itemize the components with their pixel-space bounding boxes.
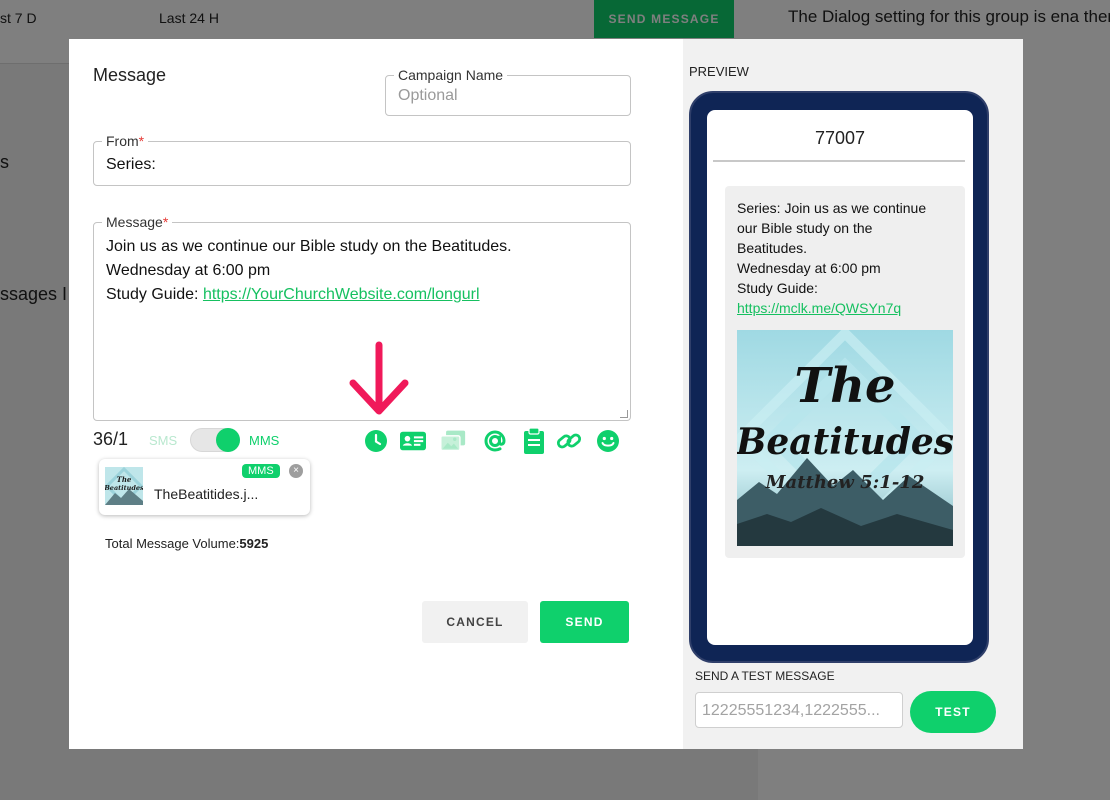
at-sign-icon[interactable]: [482, 428, 508, 454]
message-volume: Total Message Volume:5925: [105, 536, 269, 551]
test-message-label: SEND A TEST MESSAGE: [695, 669, 835, 683]
mms-label: MMS: [249, 433, 280, 448]
message-text: Join us as we continue our Bible study o…: [106, 238, 512, 303]
svg-text:The: The: [117, 475, 132, 484]
attachment-filename: TheBeatitides.j...: [154, 486, 259, 502]
resize-handle[interactable]: [620, 410, 628, 418]
from-field[interactable]: From* Series:: [93, 132, 631, 186]
clock-icon[interactable]: [363, 428, 389, 454]
from-value: Series:: [106, 156, 156, 173]
cancel-button[interactable]: CANCEL: [422, 601, 528, 643]
test-button[interactable]: TEST: [910, 691, 996, 733]
test-phone-input[interactable]: 12225551234,1222555...: [695, 692, 903, 728]
from-label: From*: [102, 132, 149, 150]
attachment-card[interactable]: The Beatitudes TheBeatitides.j... MMS ×: [99, 459, 310, 515]
beatitudes-image: The Beatitudes Matthew 5:1-12: [733, 326, 957, 550]
arrow-down-icon: [347, 341, 411, 422]
test-phone-placeholder: 12225551234,1222555...: [702, 702, 880, 719]
message-label: Message*: [102, 213, 173, 231]
clipboard-icon[interactable]: [521, 428, 547, 454]
image-title-the: The: [794, 358, 895, 414]
phone-number: 77007: [814, 128, 866, 148]
link-icon[interactable]: [556, 428, 582, 454]
attachment-thumbnail: The Beatitudes: [103, 466, 144, 506]
modal-title: Message: [93, 65, 167, 85]
phone-preview: 77007 Series: Join us as we continue our…: [689, 91, 989, 663]
images-icon[interactable]: [440, 428, 466, 454]
sms-label: SMS: [149, 433, 178, 448]
svg-text:Beatitudes: Beatitudes: [105, 484, 143, 492]
preview-label: PREVIEW: [689, 64, 749, 79]
remove-attachment-icon[interactable]: ×: [289, 464, 303, 478]
image-subtitle: Matthew 5:1-12: [765, 472, 925, 493]
character-counter: 36/1: [93, 429, 129, 449]
contact-card-icon[interactable]: [400, 428, 426, 454]
image-title-beatitudes: Beatitudes: [737, 421, 953, 463]
sms-mms-toggle[interactable]: [190, 428, 240, 452]
message-modal: Message Campaign Name Optional From* Ser…: [69, 39, 1023, 749]
divider: [713, 160, 965, 162]
campaign-name-label: Campaign Name: [394, 66, 508, 84]
phone-screen: 77007 Series: Join us as we continue our…: [707, 110, 973, 645]
message-bubble: Series: Join us as we continue our Bible…: [725, 186, 965, 558]
smiley-icon[interactable]: [595, 428, 621, 454]
send-button[interactable]: SEND: [540, 601, 629, 643]
campaign-name-placeholder: Optional: [398, 87, 458, 104]
bubble-link[interactable]: https://mclk.me/QWSYn7q: [737, 300, 901, 316]
campaign-name-field[interactable]: Campaign Name Optional: [385, 66, 631, 116]
mms-badge: MMS: [242, 464, 280, 478]
message-link[interactable]: https://YourChurchWebsite.com/longurl: [203, 286, 480, 303]
bubble-text: Series: Join us as we continue our Bible…: [737, 200, 927, 316]
